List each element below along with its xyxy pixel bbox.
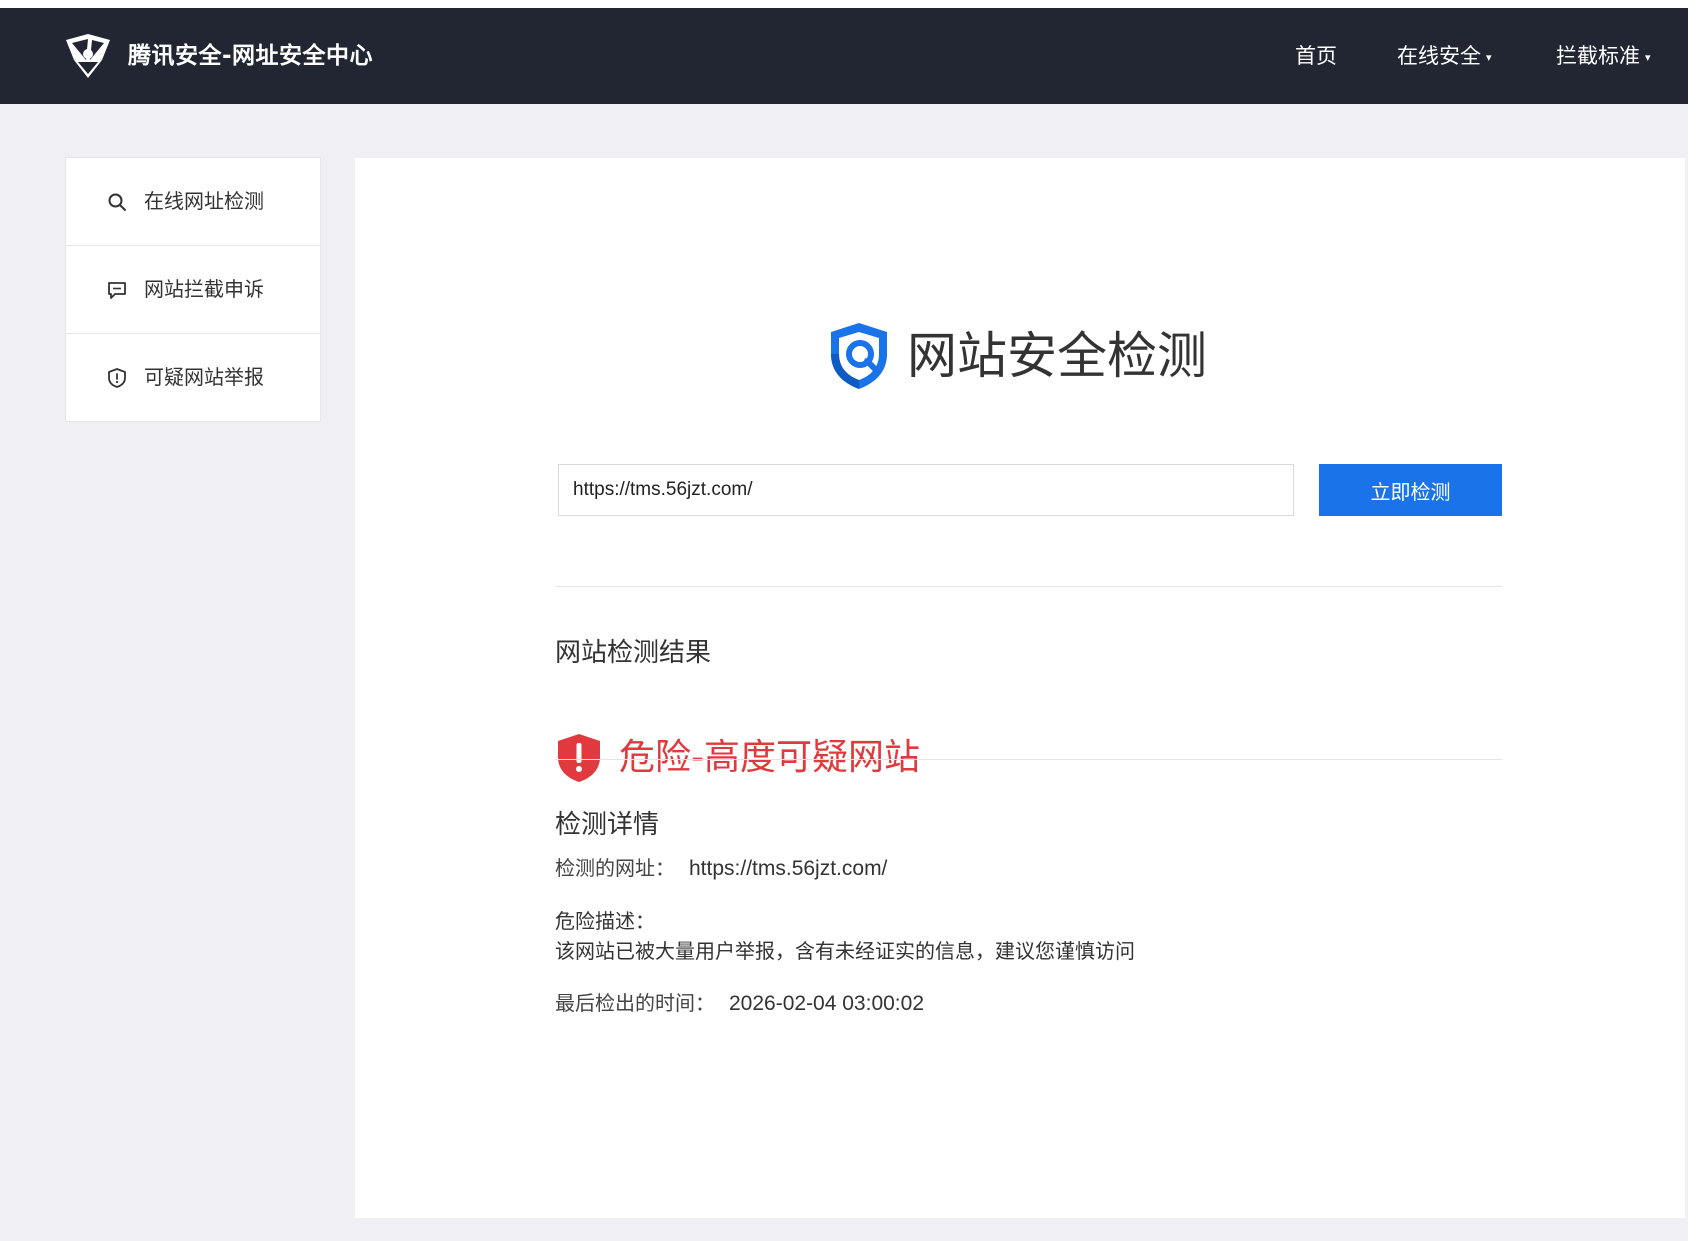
brand-title[interactable]: 腾讯安全-网址安全中心 bbox=[128, 38, 373, 74]
divider bbox=[555, 759, 1502, 760]
hero-header: 网站安全检测 bbox=[825, 318, 1245, 398]
url-input[interactable] bbox=[558, 464, 1294, 516]
tencent-security-logo-icon[interactable] bbox=[62, 30, 114, 82]
nav-home-label: 首页 bbox=[1295, 44, 1337, 68]
hero-title: 网站安全检测 bbox=[907, 327, 1207, 385]
caret-down-icon: ▾ bbox=[1645, 51, 1651, 64]
search-icon bbox=[108, 193, 126, 211]
divider bbox=[555, 586, 1502, 587]
detail-time-label: 最后检出的时间： bbox=[555, 991, 715, 1015]
result-status: 危险-高度可疑网站 bbox=[555, 730, 1155, 786]
sidebar: 在线网址检测 网站拦截申诉 可疑网站举报 bbox=[65, 157, 321, 422]
sidebar-item-url-check[interactable]: 在线网址检测 bbox=[66, 158, 320, 246]
nav-block-standard[interactable]: 拦截标准 ▾ bbox=[1556, 38, 1651, 78]
main-panel: 网站安全检测 立即检测 网站检测结果 危险-高度可疑网站 检测详情 检测的网址：… bbox=[355, 158, 1685, 1218]
detail-url-row: 检测的网址： https://tms.56jzt.com/ bbox=[555, 853, 887, 884]
detail-time-row: 最后检出的时间： 2026-02-04 03:00:02 bbox=[555, 988, 924, 1019]
top-strip bbox=[0, 0, 1701, 8]
nav-block-standard-label: 拦截标准 bbox=[1556, 44, 1640, 68]
top-navbar: 腾讯安全-网址安全中心 首页 在线安全 ▾ 拦截标准 ▾ bbox=[0, 8, 1688, 104]
nav-online-security-label: 在线安全 bbox=[1397, 44, 1481, 68]
detail-desc-label: 危险描述： bbox=[555, 909, 655, 933]
sidebar-item-label: 在线网址检测 bbox=[144, 189, 264, 213]
sidebar-item-label: 可疑网站举报 bbox=[144, 365, 264, 389]
sidebar-item-report[interactable]: 可疑网站举报 bbox=[66, 334, 320, 421]
detail-url-value: https://tms.56jzt.com/ bbox=[689, 857, 888, 880]
danger-shield-icon bbox=[558, 734, 600, 782]
result-section-title: 网站检测结果 bbox=[555, 638, 712, 668]
message-icon bbox=[108, 282, 126, 299]
check-now-button[interactable]: 立即检测 bbox=[1319, 464, 1502, 516]
nav-home[interactable]: 首页 bbox=[1295, 38, 1337, 74]
detail-time-value: 2026-02-04 03:00:02 bbox=[729, 992, 924, 1015]
sidebar-item-label: 网站拦截申诉 bbox=[144, 277, 264, 301]
detail-url-label: 检测的网址： bbox=[555, 856, 675, 880]
nav-online-security[interactable]: 在线安全 ▾ bbox=[1397, 38, 1492, 78]
shield-search-icon bbox=[831, 323, 887, 389]
caret-down-icon: ▾ bbox=[1486, 51, 1492, 64]
detail-desc-text: 该网站已被大量用户举报，含有未经证实的信息，建议您谨慎访问 bbox=[555, 939, 1135, 963]
scrollbar-track[interactable] bbox=[1688, 8, 1701, 1241]
shield-alert-icon bbox=[108, 368, 126, 388]
sidebar-item-appeal[interactable]: 网站拦截申诉 bbox=[66, 246, 320, 334]
result-status-text: 危险-高度可疑网站 bbox=[619, 737, 920, 778]
details-section-title: 检测详情 bbox=[555, 810, 660, 840]
